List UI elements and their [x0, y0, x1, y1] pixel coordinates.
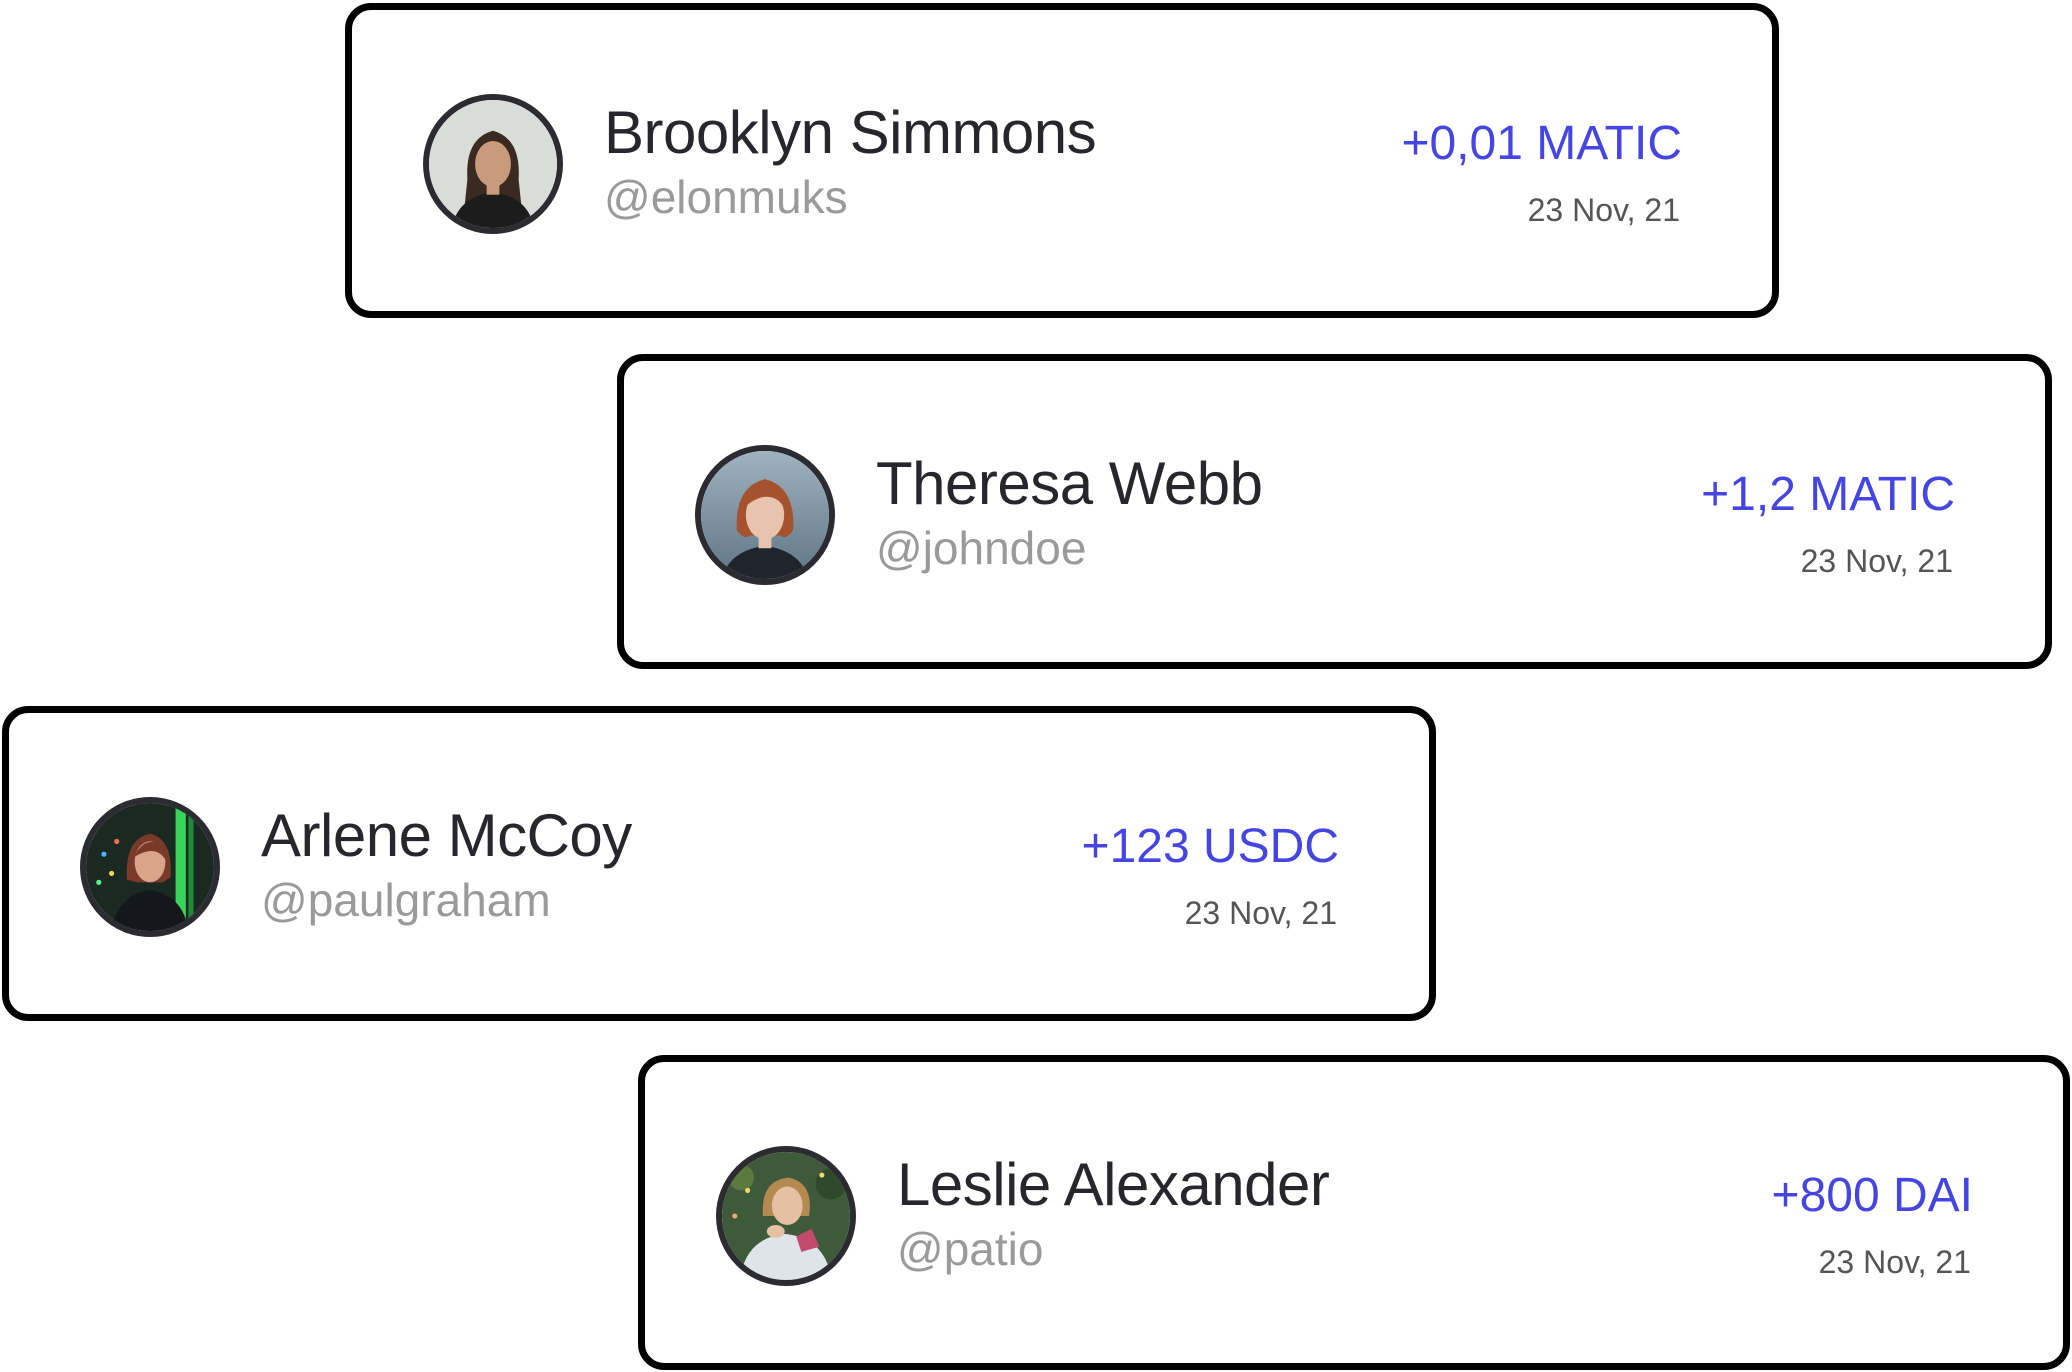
avatar: [695, 445, 835, 585]
transaction-date: 23 Nov, 21: [1800, 543, 1953, 579]
transaction-amount: +1,2 MATIC: [1701, 468, 1955, 521]
avatar-woman-garden-icon: [722, 1152, 850, 1280]
user-name: Brooklyn Simmons: [604, 99, 1097, 166]
avatar: [716, 1146, 856, 1286]
avatar-woman-neon-light-icon: [86, 803, 214, 931]
avatar-woman-dark-hair-icon: [429, 100, 557, 228]
transaction-date: 23 Nov, 21: [1184, 895, 1337, 931]
user-handle[interactable]: @paulgraham: [261, 873, 551, 927]
transaction-amount: +0,01 MATIC: [1401, 117, 1682, 170]
user-name: Arlene McCoy: [261, 802, 632, 869]
avatar: [423, 94, 563, 234]
transaction-card[interactable]: Arlene McCoy @paulgraham +123 USDC 23 No…: [2, 706, 1436, 1021]
transaction-card[interactable]: Brooklyn Simmons @elonmuks +0,01 MATIC 2…: [345, 3, 1779, 318]
user-name: Theresa Webb: [876, 450, 1263, 517]
transaction-date: 23 Nov, 21: [1527, 192, 1680, 228]
transaction-amount: +123 USDC: [1081, 820, 1339, 873]
transaction-card[interactable]: Theresa Webb @johndoe +1,2 MATIC 23 Nov,…: [617, 354, 2052, 669]
user-handle[interactable]: @johndoe: [876, 521, 1086, 575]
transaction-card[interactable]: Leslie Alexander @patio +800 DAI 23 Nov,…: [638, 1055, 2070, 1370]
user-name: Leslie Alexander: [897, 1151, 1330, 1218]
avatar-woman-red-hair-icon: [701, 451, 829, 579]
avatar: [80, 797, 220, 937]
transaction-amount: +800 DAI: [1771, 1169, 1973, 1222]
user-handle[interactable]: @patio: [897, 1222, 1043, 1276]
user-handle[interactable]: @elonmuks: [604, 170, 848, 224]
transaction-date: 23 Nov, 21: [1818, 1244, 1971, 1280]
